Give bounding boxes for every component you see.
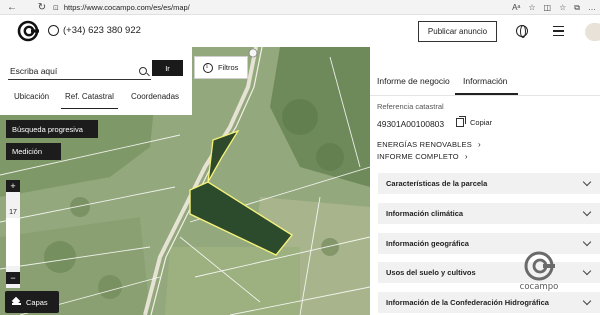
accordion-label: Características de la parcela	[386, 179, 488, 188]
cocampo-watermark-icon	[524, 251, 555, 281]
browser-actions: Aᵃ ☆ ◫ ☆ ⧉ …	[512, 0, 596, 15]
layers-icon	[12, 298, 21, 307]
search-panel: Escriba aquí Ir Ubicación Ref. Catastral…	[0, 47, 192, 115]
chevron-down-icon	[582, 237, 592, 247]
search-input[interactable]: Escriba aquí	[10, 66, 57, 76]
filters-button[interactable]: Filtros	[194, 56, 248, 79]
url-text: https://www.cocampo.com/es/es/map/	[63, 3, 190, 12]
zoom-out-button[interactable]: −	[6, 272, 20, 284]
reload-icon[interactable]: ↻	[34, 0, 50, 15]
split-screen-icon[interactable]: ◫	[544, 3, 552, 12]
copy-icon	[456, 116, 466, 127]
read-aloud-icon[interactable]: Aᵃ	[512, 3, 520, 12]
chevron-down-icon	[582, 266, 592, 276]
renewable-energy-label: ENERGÍAS RENOVABLES	[377, 140, 472, 149]
zoom-control: + 17 −	[6, 180, 20, 288]
go-button[interactable]: Ir	[152, 60, 183, 76]
phone-contact[interactable]: (+34) 623 380 922	[48, 25, 141, 36]
accordion-label: Usos del suelo y cultivos	[386, 268, 476, 277]
avatar[interactable]	[585, 23, 600, 41]
info-panel: Informe de negocio Información Referenci…	[370, 47, 600, 315]
layers-label: Capas	[26, 297, 48, 307]
info-icon	[203, 62, 213, 73]
hamburger-menu-icon[interactable]	[553, 26, 564, 36]
cocampo-watermark: cocampo	[516, 250, 562, 294]
search-icon[interactable]	[139, 67, 147, 75]
tab-info-icon[interactable]: ⊡	[53, 4, 59, 12]
chevron-down-icon	[582, 296, 592, 306]
accordion-geographic-info[interactable]: Información geográfica	[378, 233, 600, 254]
progressive-search-button[interactable]: Búsqueda progresiva	[6, 120, 98, 138]
tab-coordenadas[interactable]: Coordenadas	[127, 91, 183, 109]
accordion-label: Información climática	[386, 209, 464, 218]
filters-label: Filtros	[218, 63, 239, 72]
watermark-text: cocampo	[519, 282, 559, 292]
chevron-down-icon	[582, 177, 592, 187]
accordion-parcel-features[interactable]: Características de la parcela	[378, 173, 600, 194]
zoom-slider[interactable]	[6, 218, 20, 266]
favorites-icon[interactable]: ☆	[559, 3, 566, 12]
accordion-label: Información geográfica	[386, 239, 469, 248]
whatsapp-icon	[48, 25, 59, 36]
copy-label: Copiar	[470, 118, 493, 127]
chevron-right-icon: ›	[464, 152, 468, 161]
cadastral-ref-label: Referencia catastral	[377, 102, 444, 111]
publish-ad-button[interactable]: Publicar anuncio	[418, 21, 497, 42]
accordion-hydro-confederation[interactable]: Información de la Confederación Hidrográ…	[378, 292, 600, 313]
full-report-label: INFORME COMPLETO	[377, 152, 459, 161]
address-bar[interactable]: ⊡ https://www.cocampo.com/es/es/map/	[53, 1, 533, 14]
map-view[interactable]: Escriba aquí Ir Ubicación Ref. Catastral…	[0, 47, 370, 315]
accordion-land-use[interactable]: Usos del suelo y cultivos	[378, 262, 600, 283]
tabs-divider	[370, 95, 600, 96]
full-report-link[interactable]: INFORME COMPLETO ›	[377, 152, 468, 161]
renewable-energy-link[interactable]: ENERGÍAS RENOVABLES ›	[377, 140, 481, 149]
phone-number: (+34) 623 380 922	[63, 25, 141, 36]
search-underline	[8, 79, 151, 80]
accordion-climate-info[interactable]: Información climática	[378, 203, 600, 224]
measure-button[interactable]: Medición	[6, 143, 61, 160]
tab-information[interactable]: Información	[463, 76, 507, 86]
cadastral-ref-value: 49301A00100803	[377, 119, 445, 129]
tab-ref-catastral[interactable]: Ref. Catastral	[61, 91, 118, 109]
collections-icon[interactable]: ⧉	[574, 3, 580, 13]
layers-button[interactable]: Capas	[5, 291, 59, 313]
site-header: (+34) 623 380 922 Publicar anuncio	[0, 16, 600, 47]
favorite-star-icon[interactable]: ☆	[528, 3, 535, 12]
chevron-right-icon: ›	[477, 140, 481, 149]
accordion-label: Información de la Confederación Hidrográ…	[386, 298, 549, 307]
back-arrow-icon[interactable]: ←	[4, 0, 20, 15]
browser-toolbar: ← ↻ ⊡ https://www.cocampo.com/es/es/map/…	[0, 0, 600, 15]
tab-business-report[interactable]: Informe de negocio	[377, 76, 450, 86]
cocampo-logo-icon[interactable]	[17, 20, 39, 42]
tab-ubicacion[interactable]: Ubicación	[10, 91, 53, 109]
zoom-in-button[interactable]: +	[6, 180, 20, 192]
copy-button[interactable]: Copiar	[456, 116, 493, 127]
zoom-level: 17	[9, 209, 17, 216]
globe-language-icon[interactable]	[516, 25, 528, 38]
more-icon[interactable]: …	[588, 3, 596, 12]
chevron-down-icon	[582, 207, 592, 217]
